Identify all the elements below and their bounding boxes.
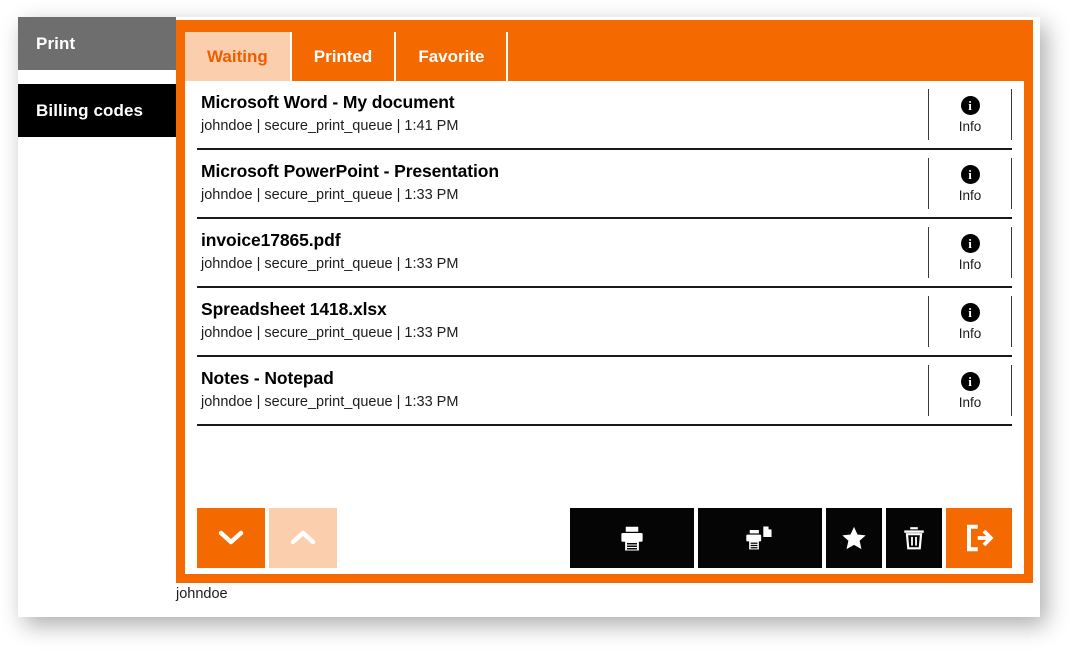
- job-title: invoice17865.pdf: [201, 230, 341, 251]
- job-details: invoice17865.pdf johndoe | secure_print_…: [197, 219, 928, 286]
- tab-bar: Waiting Printed Favorite: [176, 20, 1033, 81]
- sidebar-divider: [18, 70, 176, 84]
- job-actions: [570, 508, 1012, 568]
- main-panel: Waiting Printed Favorite Microsoft Word …: [176, 20, 1033, 583]
- tab-favorite[interactable]: Favorite: [396, 32, 509, 81]
- info-button-label: Info: [958, 325, 982, 341]
- job-title: Microsoft Word - My document: [201, 92, 455, 113]
- printer-copy-icon: [744, 523, 776, 553]
- job-meta: johndoe | secure_print_queue | 1:41 PM: [201, 118, 459, 135]
- job-details: Microsoft Word - My document johndoe | s…: [197, 81, 928, 148]
- scroll-controls: [197, 508, 337, 568]
- tab-label: Waiting: [207, 46, 268, 66]
- job-meta: johndoe | secure_print_queue | 1:33 PM: [201, 187, 459, 204]
- printer-icon: [617, 523, 647, 553]
- info-icon: i: [960, 164, 980, 184]
- tab-waiting[interactable]: Waiting: [185, 32, 292, 81]
- job-title: Spreadsheet 1418.xlsx: [201, 299, 387, 320]
- delete-button[interactable]: [886, 508, 942, 568]
- footer-username: johndoe: [176, 586, 228, 602]
- job-meta: johndoe | secure_print_queue | 1:33 PM: [201, 325, 459, 342]
- print-button[interactable]: [570, 508, 694, 568]
- chevron-up-icon: [288, 528, 318, 548]
- tab-label: Favorite: [418, 46, 485, 66]
- logout-button[interactable]: [946, 508, 1012, 568]
- info-button[interactable]: i Info: [928, 296, 1012, 347]
- job-meta: johndoe | secure_print_queue | 1:33 PM: [201, 394, 459, 411]
- star-icon: [840, 524, 868, 552]
- info-button-label: Info: [958, 394, 982, 410]
- job-meta: johndoe | secure_print_queue | 1:33 PM: [201, 256, 459, 273]
- logout-icon: [964, 523, 994, 553]
- sidebar: Print Billing codes: [18, 17, 176, 137]
- info-button[interactable]: i Info: [928, 89, 1012, 140]
- scroll-down-button[interactable]: [197, 508, 265, 568]
- job-details: Notes - Notepad johndoe | secure_print_q…: [197, 357, 928, 424]
- sidebar-item-label: Billing codes: [36, 100, 144, 120]
- job-title: Notes - Notepad: [201, 368, 334, 389]
- action-toolbar: [185, 508, 1024, 568]
- scroll-up-button[interactable]: [269, 508, 337, 568]
- trash-icon: [901, 524, 927, 552]
- tab-printed[interactable]: Printed: [291, 32, 397, 81]
- info-icon: i: [960, 95, 980, 115]
- table-row[interactable]: Microsoft PowerPoint - Presentation john…: [197, 150, 1012, 219]
- sidebar-item-label: Print: [36, 33, 76, 53]
- tab-label: Printed: [313, 46, 373, 66]
- table-row[interactable]: Spreadsheet 1418.xlsx johndoe | secure_p…: [197, 288, 1012, 357]
- application-window: Print Billing codes Waiting Printed Favo…: [18, 17, 1040, 617]
- content-area: Microsoft Word - My document johndoe | s…: [185, 81, 1024, 574]
- info-button[interactable]: i Info: [928, 227, 1012, 278]
- sidebar-item-billing-codes[interactable]: Billing codes: [18, 84, 176, 137]
- info-icon: i: [960, 371, 980, 391]
- info-button-label: Info: [958, 118, 982, 134]
- table-row[interactable]: invoice17865.pdf johndoe | secure_print_…: [197, 219, 1012, 288]
- favorite-button[interactable]: [826, 508, 882, 568]
- info-button-label: Info: [958, 187, 982, 203]
- sidebar-item-print[interactable]: Print: [18, 17, 176, 70]
- info-button[interactable]: i Info: [928, 365, 1012, 416]
- tab-list: Waiting Printed Favorite: [185, 32, 509, 81]
- info-icon: i: [960, 302, 980, 322]
- job-details: Microsoft PowerPoint - Presentation john…: [197, 150, 928, 217]
- table-row[interactable]: Notes - Notepad johndoe | secure_print_q…: [197, 357, 1012, 426]
- print-job-list: Microsoft Word - My document johndoe | s…: [185, 81, 1024, 426]
- table-row[interactable]: Microsoft Word - My document johndoe | s…: [197, 81, 1012, 150]
- info-icon: i: [960, 233, 980, 253]
- chevron-down-icon: [216, 528, 246, 548]
- print-and-keep-button[interactable]: [698, 508, 822, 568]
- info-button[interactable]: i Info: [928, 158, 1012, 209]
- info-button-label: Info: [958, 256, 982, 272]
- job-details: Spreadsheet 1418.xlsx johndoe | secure_p…: [197, 288, 928, 355]
- job-title: Microsoft PowerPoint - Presentation: [201, 161, 499, 182]
